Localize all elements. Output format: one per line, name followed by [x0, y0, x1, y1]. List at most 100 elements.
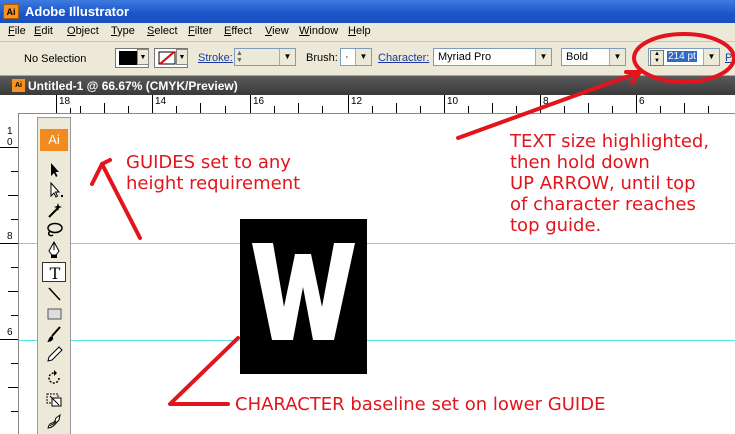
ruler-minor-tick — [70, 108, 71, 113]
menu-file[interactable]: File — [8, 25, 26, 37]
menu-select[interactable]: Select — [147, 25, 178, 37]
text-size-note-line: then hold down — [510, 152, 650, 173]
guides-note-line: height requirement — [126, 173, 301, 194]
warp-tool-icon[interactable] — [42, 412, 66, 432]
ruler-label: 6 — [639, 96, 645, 107]
menu-window[interactable]: Window — [299, 25, 338, 37]
text-size-note-line: of character reaches — [510, 194, 696, 215]
font-style-dropdown[interactable]: ▼ — [609, 49, 625, 65]
ruler-label: 10 — [447, 96, 459, 107]
stroke-dropdown[interactable]: ▼ — [176, 49, 188, 65]
font-size-stepper-icon[interactable]: ▲ ▼ — [650, 50, 664, 66]
stroke-weight-stepper-icon: ▲ ▼ — [236, 50, 243, 64]
pencil-tool-icon[interactable] — [42, 344, 66, 364]
brush-dropdown[interactable]: ▼ — [355, 49, 371, 65]
ruler-minor-tick — [104, 103, 105, 113]
ruler-minor-tick — [564, 106, 565, 113]
ruler-tick — [636, 95, 637, 113]
ruler-tick — [540, 95, 541, 113]
menu-type[interactable]: Type — [111, 25, 135, 37]
ruler-label: 1 — [7, 126, 13, 137]
menu-object[interactable]: Object — [67, 25, 99, 37]
ruler-label: 12 — [351, 96, 363, 107]
ruler-label: 8 — [543, 96, 549, 107]
magic-wand-tool-icon[interactable] — [42, 200, 66, 220]
bottom-guide[interactable] — [19, 340, 735, 341]
ruler-minor-tick — [11, 411, 18, 412]
text-size-note: TEXT size highlighted, then hold down UP… — [510, 131, 709, 236]
ruler-label: 18 — [59, 96, 71, 107]
menu-filter[interactable]: Filter — [188, 25, 212, 37]
illustrator-badge-icon: Ai — [40, 129, 68, 151]
brush-field[interactable]: · ▼ — [340, 48, 372, 66]
ruler-label: 16 — [253, 96, 265, 107]
selection-tool-icon[interactable] — [42, 160, 66, 180]
pen-tool-icon[interactable] — [42, 240, 66, 260]
ruler-minor-tick — [396, 103, 397, 113]
ruler-minor-tick — [128, 106, 129, 113]
ruler-minor-tick — [492, 103, 493, 113]
ruler-minor-tick — [80, 106, 81, 113]
font-style-select[interactable]: Bold ▼ — [561, 48, 626, 66]
ruler-tick — [0, 339, 18, 340]
title-bar: Ai Adobe Illustrator — [0, 0, 735, 23]
control-bar: No Selection ▼ ▼ Stroke: ▲ ▼ ▼ Brush: · ▼… — [0, 42, 735, 76]
ruler-tick — [250, 95, 251, 113]
horizontal-ruler[interactable]: 18 14 16 12 10 8 6 — [0, 95, 735, 114]
menu-bar: File Edit Object Type Select Filter Effe… — [0, 23, 735, 42]
ruler-minor-tick — [588, 103, 589, 113]
fill-dropdown[interactable]: ▼ — [137, 49, 149, 65]
scale-tool-icon[interactable] — [42, 390, 66, 410]
document-tab[interactable]: Ai Untitled-1 @ 66.67% (CMYK/Preview) — [0, 76, 735, 95]
character-label[interactable]: Character: — [378, 52, 429, 64]
letter-w-artwork[interactable] — [240, 219, 367, 374]
ruler-minor-tick — [420, 106, 421, 113]
ruler-minor-tick — [200, 103, 201, 113]
text-size-note-line: UP ARROW, until top — [510, 173, 696, 194]
ruler-minor-tick — [322, 106, 323, 113]
menu-edit[interactable]: Edit — [34, 25, 53, 37]
stroke-weight-field[interactable]: ▲ ▼ ▼ — [234, 48, 296, 66]
svg-text:T: T — [50, 264, 61, 283]
vertical-ruler[interactable]: 1 0 8 6 — [0, 113, 19, 434]
type-tool-icon[interactable]: T — [42, 262, 66, 283]
ruler-minor-tick — [708, 106, 709, 113]
line-tool-icon[interactable] — [42, 284, 66, 304]
ruler-minor-tick — [8, 291, 18, 292]
window-title: Adobe Illustrator — [25, 4, 130, 19]
fill-color-icon — [119, 51, 137, 65]
menu-view[interactable]: View — [265, 25, 289, 37]
ruler-minor-tick — [225, 106, 226, 113]
font-style-value: Bold — [566, 51, 589, 63]
no-stroke-icon — [158, 51, 176, 65]
ruler-minor-tick — [516, 106, 517, 113]
text-size-note-line: top guide. — [510, 215, 602, 236]
top-guide[interactable] — [19, 243, 735, 244]
ruler-label: 14 — [155, 96, 167, 107]
ruler-tick — [152, 95, 153, 113]
lasso-tool-icon[interactable] — [42, 220, 66, 240]
direct-selection-tool-icon[interactable] — [42, 180, 66, 200]
font-size-field[interactable]: ▲ ▼ 214 pt ▼ — [648, 48, 720, 66]
ruler-minor-tick — [11, 219, 18, 220]
ruler-minor-tick — [8, 195, 18, 196]
baseline-note: CHARACTER baseline set on lower GUIDE — [235, 394, 606, 415]
menu-help[interactable]: Help — [348, 25, 371, 37]
brush-value: · — [345, 51, 349, 63]
paragraph-label[interactable]: Pa — [725, 52, 735, 64]
ruler-tick — [56, 95, 57, 113]
font-size-dropdown[interactable]: ▼ — [703, 49, 719, 65]
paintbrush-tool-icon[interactable] — [42, 324, 66, 344]
ruler-minor-tick — [372, 106, 373, 113]
font-family-dropdown[interactable]: ▼ — [535, 49, 551, 65]
ruler-minor-tick — [176, 106, 177, 113]
document-icon: Ai — [12, 79, 25, 92]
stroke-label[interactable]: Stroke: — [198, 52, 233, 64]
rotate-tool-icon[interactable] — [42, 368, 66, 388]
font-family-select[interactable]: Myriad Pro ▼ — [433, 48, 552, 66]
ruler-tick — [0, 147, 18, 148]
stroke-weight-dropdown[interactable]: ▼ — [279, 49, 295, 65]
ruler-tick — [348, 95, 349, 113]
menu-effect[interactable]: Effect — [224, 25, 252, 37]
rectangle-tool-icon[interactable] — [42, 304, 66, 324]
